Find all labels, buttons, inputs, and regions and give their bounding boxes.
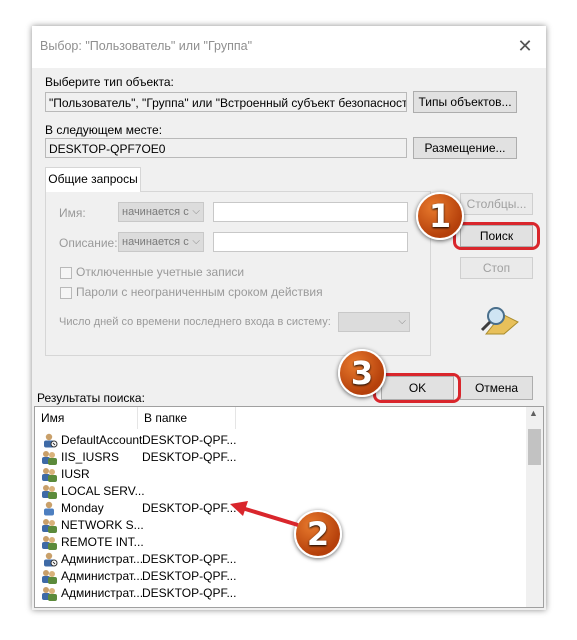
step-1-badge: 1: [416, 192, 464, 240]
tab-common-queries[interactable]: Общие запросы: [45, 167, 141, 192]
description-mode-select[interactable]: начинается с ⌵: [118, 232, 204, 252]
list-item[interactable]: Администрат... DESKTOP-QPF...: [35, 568, 525, 585]
row-name: Администрат...: [61, 569, 144, 583]
description-label: Описание:: [59, 236, 118, 250]
days-since-login-select[interactable]: ⌵: [338, 312, 410, 332]
disabled-accounts-label: Отключенные учетные записи: [76, 265, 245, 279]
row-folder: DESKTOP-QPF...: [142, 586, 237, 600]
row-name: Monday: [61, 501, 104, 515]
disabled-accounts-checkbox[interactable]: [60, 267, 72, 279]
row-folder: DESKTOP-QPF...: [142, 433, 237, 447]
days-since-login-label: Число дней со времени последнего входа в…: [59, 316, 331, 328]
column-header-name[interactable]: Имя: [35, 407, 138, 429]
name-label: Имя:: [59, 206, 86, 220]
location-field: DESKTOP-QPF7OE0: [45, 138, 407, 158]
object-type-label: Выберите тип объекта:: [45, 75, 174, 89]
locations-button[interactable]: Размещение...: [413, 137, 517, 159]
scroll-up-icon[interactable]: ▲: [529, 408, 538, 418]
list-item[interactable]: IUSR: [35, 466, 525, 483]
row-folder: DESKTOP-QPF...: [142, 569, 237, 583]
non-expiring-password-checkbox[interactable]: [60, 287, 72, 299]
common-queries-panel: Имя: начинается с ⌵ Описание: начинается …: [45, 191, 431, 356]
cancel-button[interactable]: Отмена: [460, 376, 533, 400]
name-input[interactable]: [213, 202, 408, 222]
stop-button[interactable]: Стоп: [460, 257, 533, 279]
list-item[interactable]: Администрат... DESKTOP-QPF...: [35, 585, 525, 602]
object-types-button[interactable]: Типы объектов...: [413, 91, 517, 113]
row-folder: DESKTOP-QPF...: [142, 552, 237, 566]
search-button-highlight: [453, 222, 540, 250]
user-account-icon: [44, 433, 58, 448]
group-icon: [42, 570, 57, 584]
ok-button-highlight: [373, 373, 461, 403]
row-name: IUSR: [61, 467, 90, 481]
group-icon: [42, 519, 57, 533]
group-icon: [42, 468, 57, 482]
list-item[interactable]: REMOTE INT...: [35, 534, 525, 551]
list-item[interactable]: Администрат... DESKTOP-QPF...: [35, 551, 525, 568]
row-name: IIS_IUSRS: [61, 450, 120, 464]
row-folder: DESKTOP-QPF...: [142, 501, 237, 515]
search-results-label: Результаты поиска:: [37, 391, 145, 405]
row-folder: DESKTOP-QPF...: [142, 450, 237, 464]
group-icon: [42, 485, 57, 499]
step-2-arrow-icon: [230, 501, 299, 527]
column-header-folder[interactable]: В папке: [138, 407, 236, 429]
row-name: DefaultAccount: [61, 433, 143, 447]
row-name: REMOTE INT...: [61, 535, 144, 549]
step-2-badge: 2: [294, 510, 342, 558]
chevron-down-icon: ⌵: [398, 316, 406, 327]
row-name: Администрат...: [61, 552, 144, 566]
row-name: LOCAL SERV...: [61, 484, 145, 498]
user-icon: [44, 501, 54, 516]
dialog-title: Выбор: "Пользователь" или "Группа": [40, 39, 253, 53]
list-item[interactable]: IIS_IUSRS DESKTOP-QPF...: [35, 449, 525, 466]
description-mode-value: начинается с: [122, 236, 189, 248]
row-name: NETWORK S...: [61, 518, 144, 532]
columns-button[interactable]: Столбцы...: [460, 193, 533, 215]
chevron-down-icon: ⌵: [192, 206, 200, 217]
object-type-field: "Пользователь", "Группа" или "Встроенный…: [45, 92, 407, 112]
step-3-badge: 3: [338, 349, 386, 397]
description-input[interactable]: [213, 232, 408, 252]
name-mode-select[interactable]: начинается с ⌵: [118, 202, 204, 222]
results-scrollbar[interactable]: ▲: [526, 407, 543, 607]
group-icon: [42, 536, 57, 550]
close-icon[interactable]: ✕: [514, 35, 536, 57]
title-bar: Выбор: "Пользователь" или "Группа" ✕: [32, 26, 546, 68]
name-mode-value: начинается с: [122, 206, 189, 218]
non-expiring-password-label: Пароли с неограниченным сроком действия: [76, 285, 323, 299]
row-name: Администрат...: [61, 586, 144, 600]
scrollbar-thumb[interactable]: [528, 429, 541, 465]
user-account-icon: [44, 552, 58, 567]
group-icon: [42, 587, 57, 601]
search-magnifier-icon: [480, 307, 519, 335]
group-icon: [42, 451, 57, 465]
location-label: В следующем месте:: [45, 123, 163, 137]
chevron-down-icon: ⌵: [192, 236, 200, 247]
list-item[interactable]: DefaultAccount DESKTOP-QPF...: [35, 432, 525, 449]
